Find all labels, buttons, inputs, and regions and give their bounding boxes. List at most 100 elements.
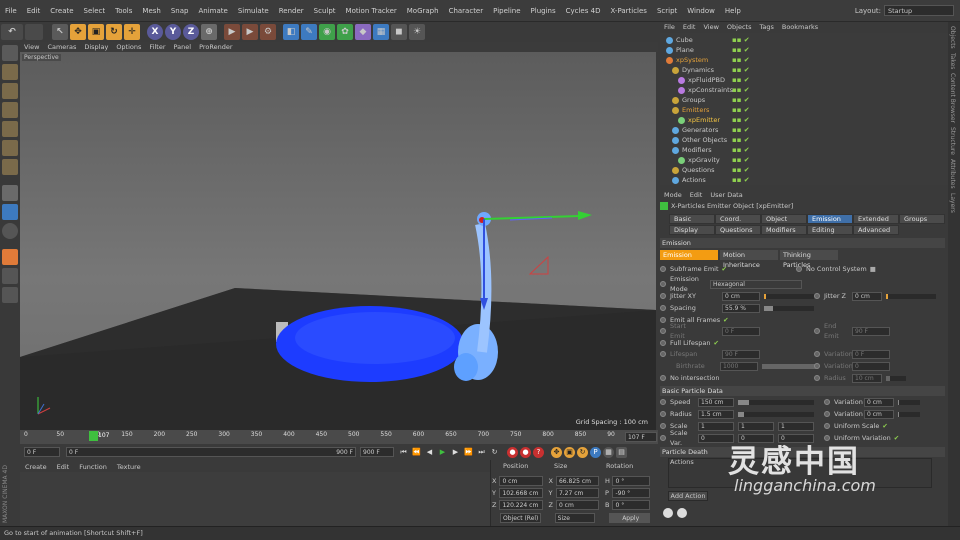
material-manager-area[interactable] — [20, 472, 490, 526]
model-mode-icon[interactable] — [2, 64, 18, 80]
menu-item-edit[interactable]: Edit — [22, 0, 46, 22]
cube-icon[interactable]: ◧ — [283, 24, 299, 40]
object-menu-objects[interactable]: Objects — [723, 22, 756, 33]
side-tab-attributes[interactable]: Attributes — [949, 159, 956, 189]
object-row[interactable]: Cube ▪▪ ✔ — [660, 35, 948, 45]
key-scale-icon[interactable]: ▣ — [564, 446, 575, 458]
menu-item-mograph[interactable]: MoGraph — [402, 0, 444, 22]
viewport-menu-display[interactable]: Display — [80, 42, 112, 52]
layer-icon[interactable] — [2, 287, 18, 303]
viewport-menu-panel[interactable]: Panel — [170, 42, 196, 52]
make-editable-icon[interactable] — [2, 45, 18, 61]
coordinate-mode-dropdown[interactable]: Object (Rel) — [500, 512, 541, 523]
rotation-h-field[interactable]: 0 ° — [612, 475, 650, 486]
subtab-thinking-particles[interactable]: Thinking Particles — [780, 250, 838, 269]
xp-settings-icon[interactable] — [677, 508, 687, 518]
menu-item-animate[interactable]: Animate — [193, 0, 232, 22]
visibility-checks[interactable]: ▪▪ ✔ — [732, 86, 750, 94]
object-row[interactable]: Emitters ▪▪ ✔ — [660, 105, 948, 115]
object-row[interactable]: Questions ▪▪ ✔ — [660, 165, 948, 175]
visibility-checks[interactable]: ▪▪ ✔ — [732, 46, 750, 54]
camera-label[interactable]: Perspective — [22, 54, 61, 61]
menu-item-select[interactable]: Select — [79, 0, 111, 22]
jitter-z-field[interactable]: 0 cm — [852, 291, 882, 301]
key-rotation-icon[interactable]: ↻ — [577, 446, 588, 458]
layout-dropdown[interactable]: Startup — [884, 5, 954, 16]
no-control-row[interactable]: No Control System ■ — [796, 264, 876, 274]
object-menu-view[interactable]: View — [699, 22, 722, 33]
rotate-tool-icon[interactable]: ↻ — [106, 24, 122, 40]
object-row[interactable]: Plane ▪▪ ✔ — [660, 45, 948, 55]
emission-mode-row[interactable]: Emission Mode Hexagonal — [660, 275, 802, 293]
position-z-field[interactable]: 120.224 cm — [499, 499, 543, 510]
lifespan-row[interactable]: Lifespan 90 F — [660, 349, 760, 359]
timeline-ruler[interactable]: 0501001502002503003504004505005506006507… — [20, 430, 658, 444]
move-tool-icon[interactable]: ✥ — [70, 24, 86, 40]
visibility-checks[interactable]: ▪▪ ✔ — [732, 56, 750, 64]
subframe-emit-row[interactable]: Subframe Emit ✔ — [660, 264, 727, 274]
menu-item-cycles-4d[interactable]: Cycles 4D — [561, 0, 606, 22]
menu-item-render[interactable]: Render — [274, 0, 309, 22]
speed-row[interactable]: Speed 150 cm — [660, 397, 814, 407]
y-axis-button[interactable]: Y — [165, 24, 181, 40]
array-icon[interactable]: ✿ — [337, 24, 353, 40]
menu-item-mesh[interactable]: Mesh — [137, 0, 165, 22]
object-manager-list[interactable]: Cube ▪▪ ✔ Plane ▪▪ ✔ xpSystem ▪▪ ✔ Dynamics ▪▪ … — [660, 33, 948, 185]
attribute-menu-mode[interactable]: Mode — [660, 190, 686, 200]
object-row[interactable]: Dynamics ▪▪ ✔ — [660, 65, 948, 75]
object-row[interactable]: Generators ▪▪ ✔ — [660, 125, 948, 135]
start-emit-row[interactable]: Start Emit 0 F — [660, 322, 760, 340]
spacing-field[interactable]: 55.9 % — [722, 303, 760, 313]
menu-item-snap[interactable]: Snap — [166, 0, 194, 22]
radius-field[interactable]: 1.5 cm — [698, 409, 734, 419]
render-settings-icon[interactable]: ⚙ — [260, 24, 276, 40]
current-frame-field[interactable]: 107 F — [625, 432, 657, 442]
key-position-icon[interactable]: ✥ — [551, 446, 562, 458]
menu-item-simulate[interactable]: Simulate — [233, 0, 274, 22]
subtab-emission[interactable]: Emission — [660, 250, 718, 260]
size-x-field[interactable]: 66.825 cm — [555, 475, 600, 486]
prev-key-icon[interactable]: ⏪ — [411, 447, 422, 458]
object-row[interactable]: xpSystem ▪▪ ✔ — [660, 55, 948, 65]
tweak-icon[interactable] — [2, 204, 18, 220]
end-frame-field[interactable]: 900 F — [360, 447, 394, 457]
menu-item-script[interactable]: Script — [652, 0, 682, 22]
tab-advanced[interactable]: Advanced — [853, 225, 899, 235]
light-icon[interactable]: ☀ — [409, 24, 425, 40]
visibility-checks[interactable]: ▪▪ ✔ — [732, 136, 750, 144]
visibility-checks[interactable]: ▪▪ ✔ — [732, 66, 750, 74]
snap-icon[interactable] — [2, 223, 18, 239]
viewport-menu-cameras[interactable]: Cameras — [43, 42, 80, 52]
floor-icon[interactable]: ▦ — [373, 24, 389, 40]
menu-item-plugins[interactable]: Plugins — [526, 0, 561, 22]
side-tab-takes[interactable]: Takes — [949, 53, 956, 69]
loop-icon[interactable]: ↻ — [489, 447, 500, 458]
end-emit-row[interactable]: End Emit 90 F — [814, 322, 890, 340]
visibility-checks[interactable]: ▪▪ ✔ — [732, 106, 750, 114]
rotation-b-field[interactable]: 0 ° — [612, 499, 650, 510]
select-tool-icon[interactable]: ↖ — [52, 24, 68, 40]
object-row[interactable]: Actions ▪▪ ✔ — [660, 175, 948, 185]
visibility-checks[interactable]: ▪▪ ✔ — [732, 146, 750, 154]
start-frame-field[interactable]: 0 F — [24, 447, 60, 457]
key-param-icon[interactable]: P — [590, 446, 601, 458]
tab-basic[interactable]: Basic — [669, 214, 715, 224]
keyframe-selection-icon[interactable]: ? — [533, 446, 544, 458]
undo-icon[interactable]: ↶ — [1, 24, 23, 40]
lock-workplane-icon[interactable] — [2, 249, 18, 265]
visibility-checks[interactable]: ▪▪ ✔ — [732, 76, 750, 84]
xp-help-icon[interactable] — [663, 508, 673, 518]
side-tab-content-browser[interactable]: Content Browser — [949, 73, 956, 123]
jitter-z-row[interactable]: Jitter Z0 cm — [814, 291, 936, 301]
menu-item-x-particles[interactable]: X-Particles — [605, 0, 651, 22]
deformer-icon[interactable]: ◆ — [355, 24, 371, 40]
playhead-marker[interactable] — [89, 431, 98, 441]
viewport-menu-prorender[interactable]: ProRender — [195, 42, 236, 52]
object-row[interactable]: Groups ▪▪ ✔ — [660, 95, 948, 105]
attribute-menu-edit[interactable]: Edit — [686, 190, 707, 200]
material-menu-edit[interactable]: Edit — [52, 462, 75, 472]
tab-object[interactable]: Object — [761, 214, 807, 224]
z-axis-button[interactable]: Z — [183, 24, 199, 40]
texture-mode-icon[interactable] — [2, 83, 18, 99]
workplane-mode-icon[interactable] — [2, 102, 18, 118]
